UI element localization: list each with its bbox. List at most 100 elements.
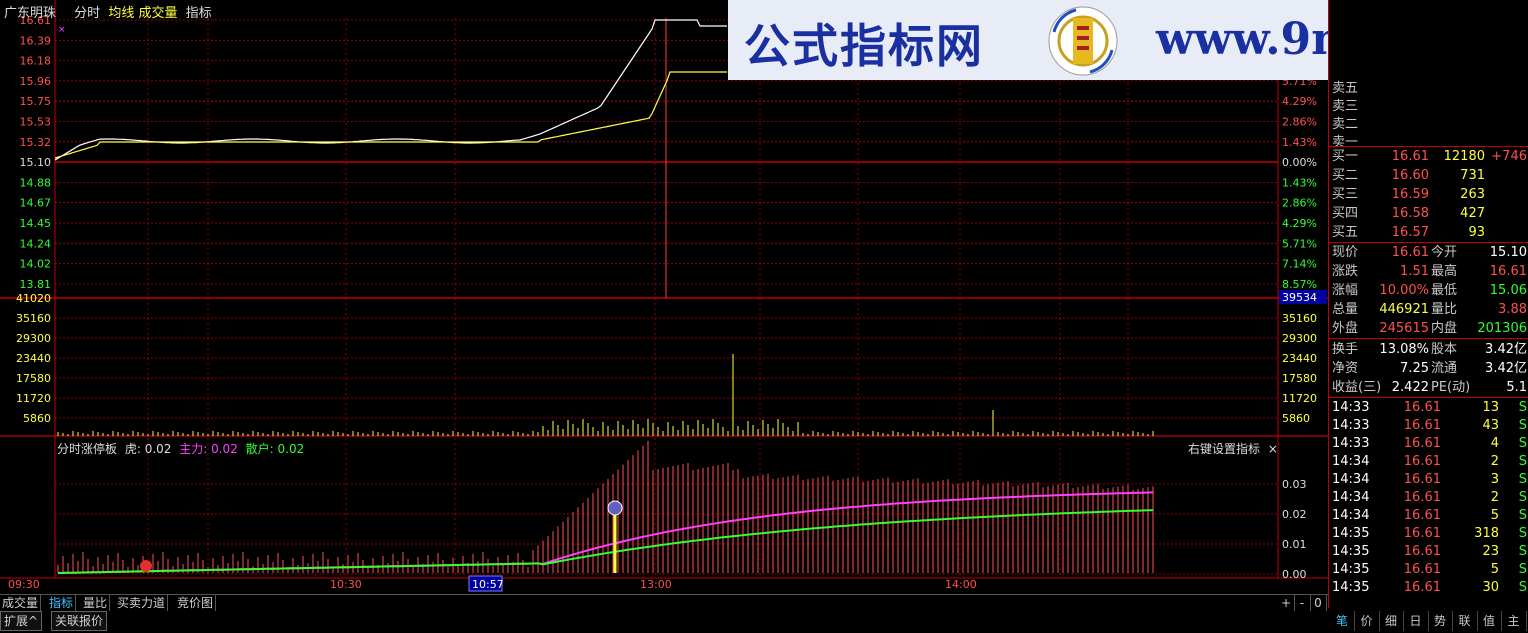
panel-tab-0[interactable]: 笔 [1330,611,1355,631]
indicator-title: 分时涨停板 虎: 0.02 主力: 0.02 散户: 0.02 [57,440,304,457]
indicator-settings[interactable]: 右键设置指标 × [1188,440,1278,457]
price-tick-label: 14.45 [20,217,52,230]
price-tick-label: 15.75 [20,95,52,108]
bid-row-cell: 16.59 [1391,187,1429,202]
tab-fenshi[interactable]: 分时 [74,6,100,21]
quote-row: 总量 446921 量比 3.88 [1329,301,1528,319]
panel-tab-5[interactable]: 联 [1453,611,1478,631]
trade-tick-row-cell: 14:34 [1332,508,1370,523]
indicator-tick-label: 0.01 [1282,538,1307,551]
quote-row-cell: 10.00% [1379,283,1429,298]
panel-tab-bar: 笔价细日势联值主 [1330,611,1528,633]
bottom-tab-4[interactable]: 竞价图 [175,595,217,611]
trade-tick-row-cell: 14:35 [1332,526,1370,541]
close-icon[interactable]: × [1268,442,1278,456]
trade-tick-row-cell: 14:33 [1332,400,1370,415]
trade-tick-row-cell: 318 [1474,526,1499,541]
trade-tick-row-cell: S [1518,400,1527,415]
stat-row-cell: 13.08% [1379,342,1429,357]
panel-tab-1[interactable]: 价 [1355,611,1380,631]
trade-tick-row-cell: 14:34 [1332,472,1370,487]
bid-row-cell: +746 [1491,149,1527,164]
bid-row-cell: 93 [1468,225,1485,240]
zoom-button-2[interactable]: 0 [1310,595,1327,611]
quote-row-cell: 15.06 [1489,283,1527,298]
pct-tick-label: 5.71% [1282,237,1317,250]
quote-row-cell: 今开 [1431,245,1458,260]
trade-tick-row-cell: 13 [1482,400,1499,415]
panel-tab-3[interactable]: 日 [1404,611,1429,631]
trade-tick-row-cell: 14:34 [1332,454,1370,469]
trade-tick-row-cell: S [1518,526,1527,541]
bottom-tab-bar: 成交量 指标 量比 买卖力道 竞价图 [0,594,1328,611]
trade-tick-row-cell: 14:35 [1332,562,1370,577]
trade-tick-row-cell: 16.61 [1403,580,1441,595]
stock-name: 广东明珠 [4,6,57,21]
bottom-tab2-0[interactable]: 扩展^ [0,611,43,631]
panel-tab-2[interactable]: 细 [1379,611,1404,631]
zhuli-line [57,491,1154,574]
bid-row-cell: 16.60 [1391,168,1429,183]
trade-tick-row: 14:33 16.61 13 S [1329,399,1528,417]
stat-row-cell: 3.42亿 [1485,342,1527,357]
panel-tab-6[interactable]: 值 [1477,611,1502,631]
stat-row-cell: 换手 [1332,342,1359,357]
time-tick-label: 10:30 [330,578,362,591]
bottom-tab-3[interactable]: 买卖力道 [115,595,169,611]
indicator-name: 分时涨停板 [57,442,118,456]
indicator-huo-value: 虎: 0.02 [124,442,172,456]
panel-tab-7[interactable]: 主 [1502,611,1527,631]
tab-junxian[interactable]: 均线 [108,6,134,21]
volume-right-label: 23440 [1282,352,1317,365]
trade-tick-row-cell: 16.61 [1403,544,1441,559]
trade-tick-row-cell: S [1518,508,1527,523]
volume-tick-label: 23440 [16,352,51,365]
bottom-tab-0[interactable]: 成交量 [0,595,42,611]
bottom-tab-2[interactable]: 量比 [81,595,111,611]
stat-row-cell: 5.1 [1506,380,1527,395]
time-tick-label: 13:00 [640,578,672,591]
trade-tick-row-cell: 5 [1490,508,1499,523]
quote-row-cell: 总量 [1332,302,1359,317]
trade-tick-row-cell: 16.61 [1403,562,1441,577]
bottom-tab2-1[interactable]: 关联报价 [51,611,108,631]
tab-indicator[interactable]: 指标 [186,6,212,21]
stat-row-cell: 流通 [1431,361,1458,376]
zoom-button-0[interactable]: + [1278,595,1295,611]
stat-row-cell: 股本 [1431,342,1458,357]
bid-row-cell: 买三 [1332,187,1359,202]
trade-tick-row-cell: 16.61 [1403,490,1441,505]
sanhu-line [57,509,1154,574]
quote-row-cell: 201306 [1477,321,1527,336]
indicator-settings-label[interactable]: 右键设置指标 [1188,442,1260,456]
trade-tick-row: 14:34 16.61 2 S [1329,489,1528,507]
zoom-button-1[interactable]: - [1294,595,1311,611]
tab-volume[interactable]: 成交量 [138,6,177,21]
stat-row: 收益(三) 2.422 PE(动) 5.1 [1329,379,1528,397]
trade-tick-row-cell: 5 [1490,562,1499,577]
bottom-tab-1[interactable]: 指标 [47,595,77,611]
quote-row-cell: 涨跌 [1332,264,1359,279]
marker-cross-icon: × [58,25,66,35]
pct-tick-label: 4.29% [1282,217,1317,230]
trade-tick-row-cell: S [1518,418,1527,433]
trade-tick-row: 14:33 16.61 43 S [1329,417,1528,435]
pct-tick-label: 4.29% [1282,95,1317,108]
bid-row-cell: 16.61 [1391,149,1429,164]
quote-row-cell: 现价 [1332,245,1359,260]
bid-row-cell: 427 [1460,206,1485,221]
indicator-sanhu-value: 散户: 0.02 [245,442,305,456]
stat-row: 换手 13.08% 股本 3.42亿 [1329,341,1528,359]
panel-tab-4[interactable]: 势 [1428,611,1453,631]
volume-tick-label: 41020 [16,292,51,305]
quote-row-cell: 15.10 [1489,245,1527,260]
bid-row-cell: 买一 [1332,149,1359,164]
volume-right-label: 17580 [1282,372,1317,385]
quote-row-cell: 16.61 [1489,264,1527,279]
bid-row-cell: 买五 [1332,225,1359,240]
chart-area[interactable]: 16.61 16.39 16.18 15.96 5.71% 15.75 4.29% 15.53… [0,0,1528,633]
price-tick-label: 15.32 [20,136,52,149]
volume-right-label: 5860 [1282,412,1310,425]
indicator-tick-label: 0.00 [1282,568,1307,581]
quote-row-cell: 最高 [1431,264,1458,279]
